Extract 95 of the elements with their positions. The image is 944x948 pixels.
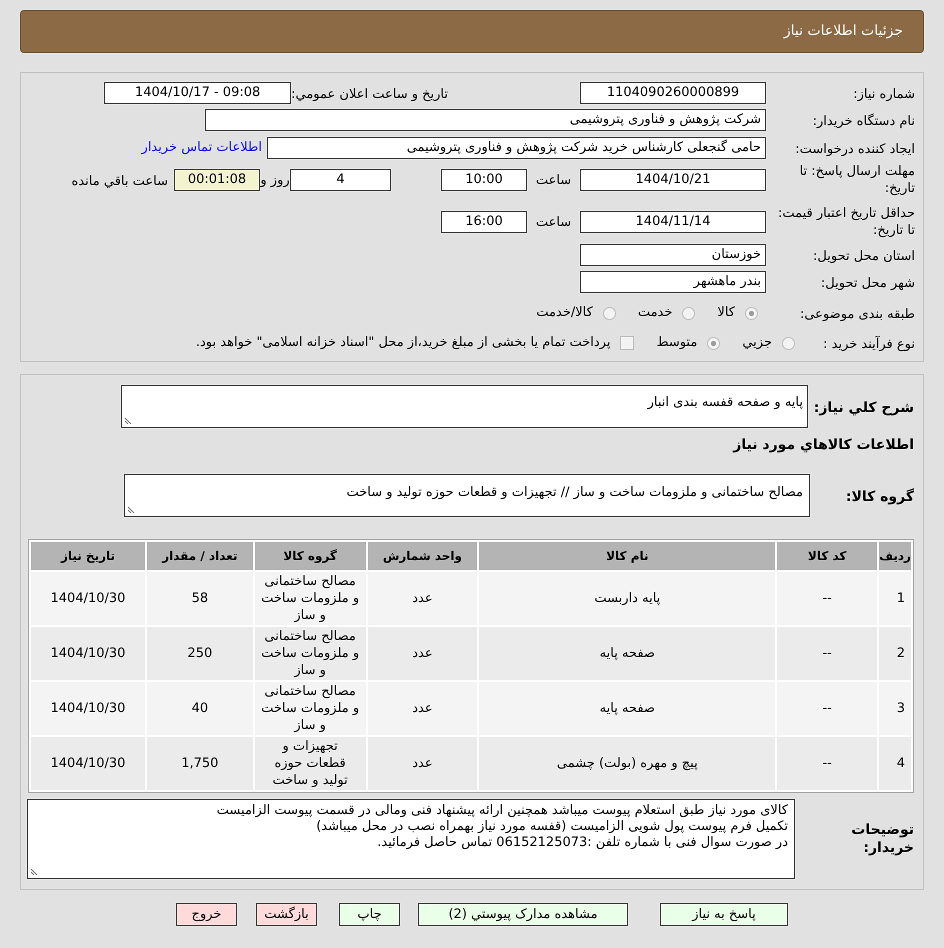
goods-group-text: مصالح ساختمانی و ملزومات ساخت و ساز // تجهیزات و قطعات حوزه تولید و ساخت bbox=[346, 485, 803, 500]
resize-grip-icon[interactable] bbox=[128, 506, 135, 513]
table-cell: عدد bbox=[368, 682, 478, 735]
action-button[interactable]: مشاهده مدارک پیوستي (2) bbox=[418, 903, 628, 926]
table-cell: پیچ و مهره (بولت) چشمی bbox=[479, 737, 776, 790]
table-cell: مصالح ساختمانی و ملزومات ساخت و ساز bbox=[254, 682, 366, 735]
page-title: جزئیات اطلاعات نیاز bbox=[784, 22, 903, 41]
buyer-contact-link[interactable]: اطلاعات تماس خریدار bbox=[142, 138, 262, 158]
city-field[interactable]: بندر ماهشهر bbox=[580, 271, 766, 293]
remaining-time-field[interactable]: 00:01:08 bbox=[174, 169, 260, 191]
notes-line: در صورت سوال فنی با شماره تلفن :06152125073 تماس حاصل فرمائید. bbox=[376, 835, 788, 851]
radio-button[interactable] bbox=[782, 336, 795, 350]
column-header: تاریخ نیاز bbox=[31, 542, 145, 570]
radio-label: خدمت bbox=[638, 304, 672, 322]
field-label: تاریخ و ساعت اعلان عمومي: bbox=[291, 87, 448, 102]
buyer-org-field[interactable]: شرکت پژوهش و فناوری پتروشیمی bbox=[205, 109, 766, 131]
column-header: واحد شمارش bbox=[368, 542, 478, 570]
description-text: پایه و صفحه قفسه بندی انبار bbox=[648, 395, 803, 410]
radio-button[interactable] bbox=[745, 306, 758, 320]
field-label: طبقه بندی موضوعی: bbox=[800, 307, 915, 322]
announce-datetime-field[interactable]: 1404/10/17 - 09:08 bbox=[104, 82, 292, 104]
field-label: گروه کالا: bbox=[846, 488, 914, 504]
field-label: شماره نیاز: bbox=[853, 87, 915, 102]
checkbox-label: پرداخت تمام یا بخشی از مبلغ خرید،از محل "اسناد خزانه اسلامی" خواهد بود. bbox=[196, 334, 610, 352]
table-cell: 3 bbox=[879, 682, 911, 735]
notes-line: کالای مورد نیاز طبق استعلام پیوست میباشد همچنین ارائه پیشنهاد فنی ومالی در قسمت پیوست الزامیست bbox=[216, 803, 788, 819]
time-field[interactable]: 16:00 bbox=[441, 211, 527, 233]
field-label: ایجاد کننده درخواست: bbox=[795, 142, 915, 157]
field-label: حداقل تاریخ اعتبار قیمت: تا تاریخ: bbox=[776, 205, 915, 239]
need-number-field[interactable]: 1104090260000899 bbox=[580, 82, 766, 104]
table-cell: 1404/10/30 bbox=[31, 627, 145, 680]
field-label: مهلت ارسال پاسخ: تا تاریخ: bbox=[798, 163, 915, 197]
resize-grip-icon[interactable] bbox=[125, 417, 132, 424]
table-cell: 1404/10/30 bbox=[31, 572, 145, 625]
requester-field[interactable]: حامی گنجعلی کارشناس خرید شرکت پژوهش و فناوری پتروشیمی bbox=[267, 137, 766, 159]
column-header: تعداد / مقدار bbox=[146, 542, 253, 570]
section-title: اطلاعات کالاهاي مورد نیاز bbox=[733, 436, 914, 454]
table-cell: 40 bbox=[146, 682, 253, 735]
field-label: استان محل تحویل: bbox=[813, 249, 915, 264]
goods-group-field[interactable]: مصالح ساختمانی و ملزومات ساخت و ساز // تجهیزات و قطعات حوزه تولید و ساخت bbox=[124, 474, 810, 517]
table-cell: مصالح ساختمانی و ملزومات ساخت و ساز bbox=[254, 572, 366, 625]
table-cell: 58 bbox=[146, 572, 253, 625]
field-label: ساعت bbox=[536, 214, 572, 230]
table-cell: 1404/10/30 bbox=[31, 682, 145, 735]
table-cell: صفحه پایه bbox=[479, 627, 776, 680]
table-cell: پایه داربست bbox=[479, 572, 776, 625]
province-field[interactable]: خوزستان bbox=[580, 244, 766, 266]
field-label: ساعت باقي مانده bbox=[72, 174, 168, 189]
field-label: نام دستگاه خریدار: bbox=[812, 114, 915, 129]
field-label: شهر محل تحویل: bbox=[820, 276, 915, 291]
radio-button[interactable] bbox=[707, 336, 720, 350]
radio-label: کالا/خدمت bbox=[536, 304, 593, 322]
table-cell: -- bbox=[777, 572, 878, 625]
table-cell: عدد bbox=[368, 572, 478, 625]
table-cell: تجهیزات و قطعات حوزه تولید و ساخت bbox=[254, 737, 366, 790]
column-header: ردیف bbox=[879, 542, 911, 570]
date-field[interactable]: 1404/10/21 bbox=[580, 169, 766, 191]
field-label: نوع فرآیند خرید : bbox=[823, 337, 915, 352]
action-button[interactable]: بازگشت bbox=[256, 903, 317, 926]
table-cell: 1404/10/30 bbox=[31, 737, 145, 790]
checkbox[interactable] bbox=[620, 336, 634, 350]
action-button[interactable]: پاسخ به نیاز bbox=[660, 903, 788, 926]
table-cell: عدد bbox=[368, 737, 478, 790]
resize-grip-icon[interactable] bbox=[31, 868, 38, 875]
column-header: کد کالا bbox=[777, 542, 878, 570]
days-field[interactable]: 4 bbox=[290, 169, 391, 191]
field-label: توضیحات خریدار: bbox=[850, 821, 914, 857]
radio-label: متوسط bbox=[656, 334, 698, 352]
date-field[interactable]: 1404/11/14 bbox=[580, 211, 766, 233]
field-label: روز و bbox=[260, 172, 290, 188]
radio-button[interactable] bbox=[602, 306, 616, 320]
column-header: گروه کالا bbox=[254, 542, 366, 570]
field-label: شرح کلي نیاز: bbox=[814, 400, 914, 416]
table-cell: -- bbox=[777, 682, 878, 735]
table-cell: -- bbox=[777, 737, 878, 790]
table-cell: مصالح ساختمانی و ملزومات ساخت و ساز bbox=[254, 627, 366, 680]
description-field[interactable]: پایه و صفحه قفسه بندی انبار bbox=[121, 385, 808, 428]
table-cell: -- bbox=[777, 627, 878, 680]
radio-button[interactable] bbox=[682, 306, 696, 320]
table-cell: صفحه پایه bbox=[479, 682, 776, 735]
table-cell: 1,750 bbox=[146, 737, 253, 790]
radio-label: کالا bbox=[717, 304, 735, 322]
column-header: نام کالا bbox=[479, 542, 776, 570]
table-cell: 1 bbox=[879, 572, 911, 625]
table-cell: 250 bbox=[146, 627, 253, 680]
action-button[interactable]: خروج bbox=[176, 903, 237, 926]
table-cell: عدد bbox=[368, 627, 478, 680]
buyer-notes-field[interactable] bbox=[27, 799, 795, 879]
table-cell: 4 bbox=[879, 737, 911, 790]
field-label: ساعت bbox=[536, 172, 572, 188]
time-field[interactable]: 10:00 bbox=[441, 169, 527, 191]
action-button[interactable]: چاپ bbox=[339, 903, 400, 926]
radio-label: جزيي bbox=[742, 334, 772, 352]
notes-line: تکمیل فرم پیوست پول شویی الزامیست (قفسه مورد نیاز بهمراه نصب در محل میباشد) bbox=[315, 819, 788, 835]
table-cell: 2 bbox=[879, 627, 911, 680]
